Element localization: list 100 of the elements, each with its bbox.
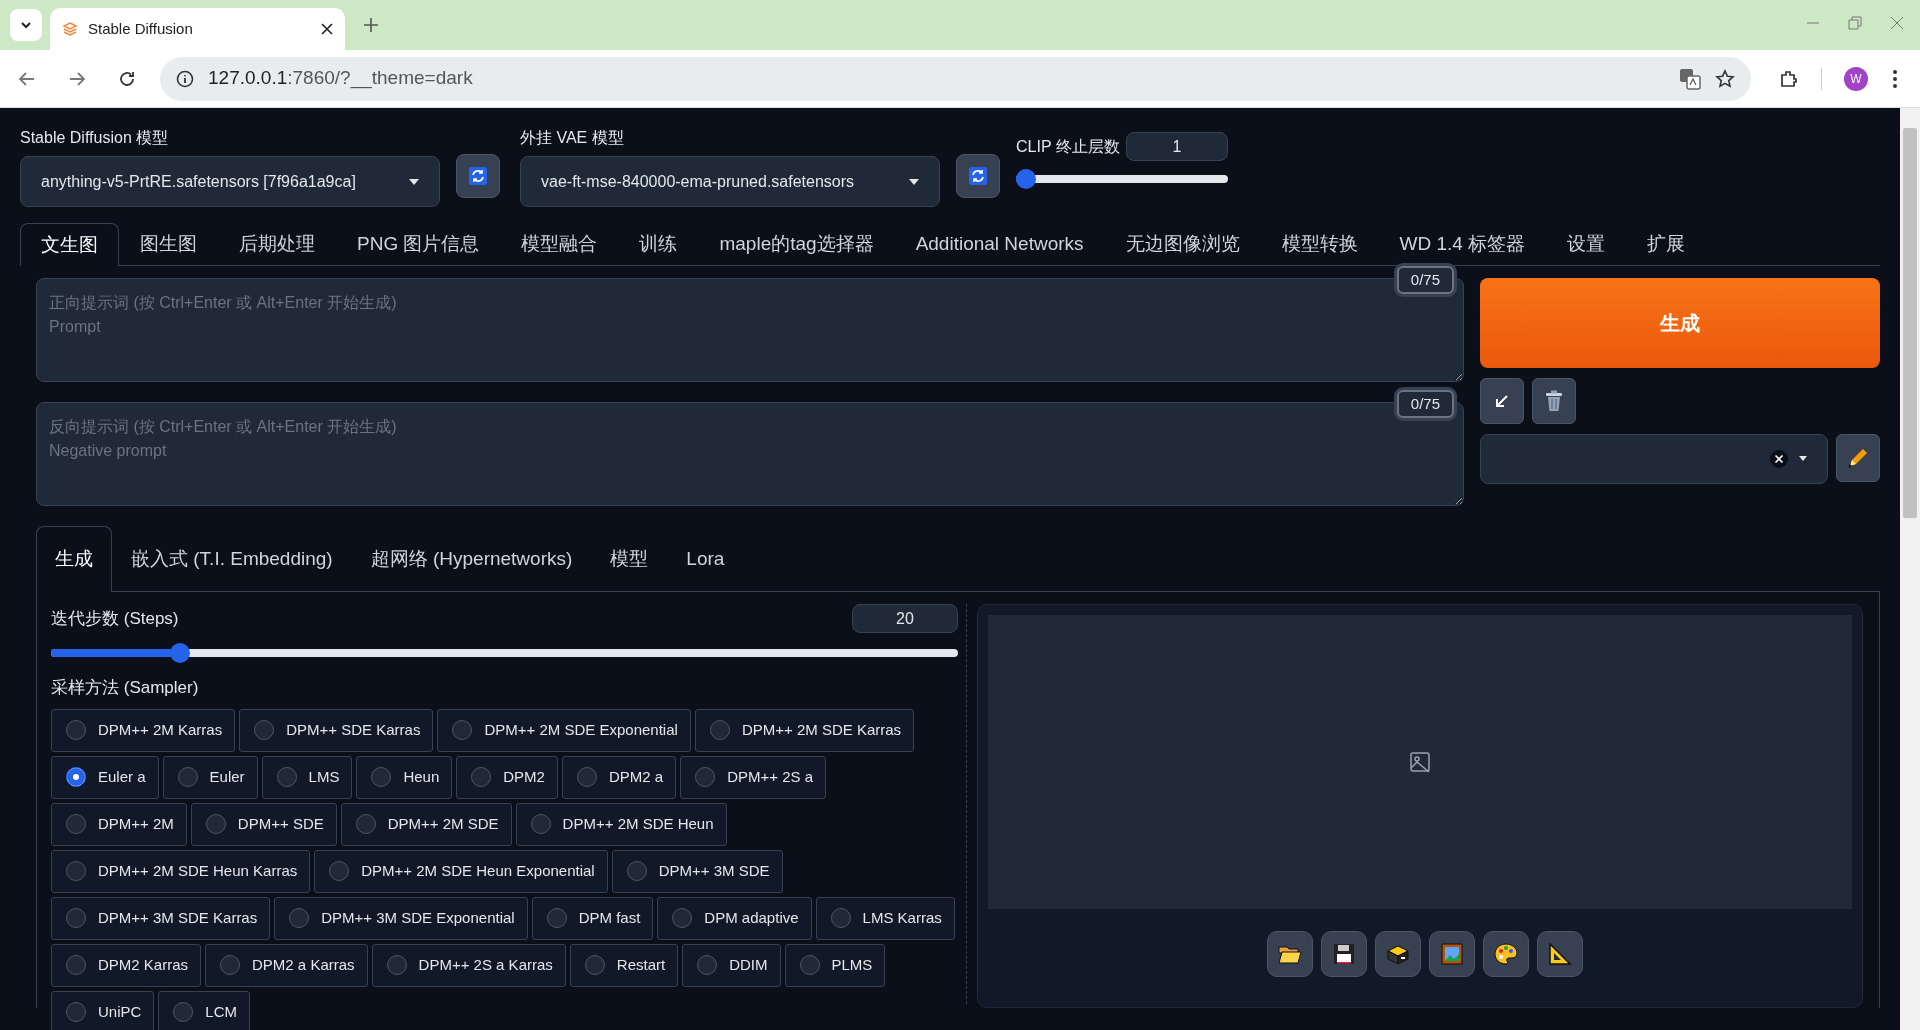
back-icon[interactable]: [18, 69, 36, 88]
sampler-option[interactable]: Heun: [356, 755, 453, 799]
slider-thumb[interactable]: [169, 643, 190, 663]
tab[interactable]: 后期处理: [218, 223, 336, 265]
tab[interactable]: 嵌入式 (T.I. Embedding): [112, 525, 352, 591]
tab[interactable]: maple的tag选择器: [698, 223, 895, 265]
model-dropdown[interactable]: anything-v5-PrtRE.safetensors [7f96a1a9ca]: [20, 156, 440, 207]
edit-button[interactable]: [1836, 433, 1880, 482]
sampler-option[interactable]: Euler: [162, 755, 258, 799]
sampler-option[interactable]: DPM++ 3M SDE Exponential: [274, 896, 528, 940]
browser-tab[interactable]: Stable Diffusion: [50, 8, 345, 50]
extensions-icon[interactable]: [1779, 68, 1799, 89]
sampler-option[interactable]: DPM2 Karras: [51, 943, 202, 987]
forward-icon[interactable]: [68, 69, 86, 88]
tab[interactable]: 设置: [1546, 223, 1627, 265]
clip-skip-input[interactable]: 1: [1126, 132, 1228, 161]
send-to-img2img-button[interactable]: [1429, 931, 1475, 977]
sampler-option[interactable]: DPM++ 2S a Karras: [371, 943, 566, 987]
sampler-option[interactable]: LMS: [261, 755, 353, 799]
sampler-option[interactable]: DPM++ 3M SDE Karras: [51, 896, 271, 940]
radio-button[interactable]: [709, 720, 730, 740]
tab[interactable]: 图生图: [119, 223, 218, 265]
radio-button[interactable]: [576, 767, 597, 787]
radio-button[interactable]: [471, 767, 492, 787]
tab[interactable]: 文生图: [20, 223, 119, 266]
radio-button[interactable]: [799, 955, 820, 975]
sampler-option[interactable]: LCM: [158, 990, 251, 1030]
tab[interactable]: 生成: [36, 525, 112, 592]
radio-button[interactable]: [205, 814, 226, 834]
radio-button[interactable]: [355, 814, 376, 834]
menu-icon[interactable]: [1892, 68, 1898, 89]
sampler-option[interactable]: DPM++ 2M SDE Exponential: [437, 708, 691, 752]
clip-skip-slider[interactable]: [1016, 169, 1228, 189]
tab[interactable]: Lora: [667, 525, 744, 591]
radio-button[interactable]: [329, 861, 350, 881]
radio-button[interactable]: [66, 720, 86, 740]
radio-button[interactable]: [66, 767, 86, 787]
archive-button[interactable]: [1375, 931, 1421, 977]
sampler-option[interactable]: DDIM: [682, 943, 781, 987]
tab[interactable]: 超网络 (Hypernetworks): [351, 525, 592, 591]
sampler-option[interactable]: DPM adaptive: [657, 896, 812, 940]
radio-button[interactable]: [220, 955, 241, 975]
sampler-option[interactable]: UniPC: [51, 990, 155, 1030]
steps-input[interactable]: 20: [852, 604, 958, 633]
trash-button[interactable]: [1532, 377, 1576, 424]
sampler-option[interactable]: DPM++ 2M Karras: [51, 708, 236, 752]
send-to-inpaint-button[interactable]: [1483, 931, 1529, 977]
sampler-option[interactable]: DPM++ 3M SDE: [611, 849, 783, 893]
close-icon[interactable]: [321, 23, 333, 35]
scrollbar[interactable]: [1900, 108, 1920, 1030]
radio-button[interactable]: [371, 767, 392, 787]
sampler-option[interactable]: Euler a: [51, 755, 159, 799]
restore-icon[interactable]: [1848, 16, 1862, 30]
radio-button[interactable]: [672, 908, 693, 928]
radio-button[interactable]: [276, 767, 297, 787]
radio-button[interactable]: [177, 767, 198, 787]
radio-button[interactable]: [452, 720, 473, 740]
sampler-option[interactable]: DPM2: [456, 755, 558, 799]
sampler-option[interactable]: DPM++ 2M: [51, 802, 187, 846]
address-bar[interactable]: 127.0.0.1:7860/?__theme=dark: [160, 56, 1751, 101]
radio-button[interactable]: [173, 1002, 194, 1022]
tab-list-icon[interactable]: [10, 9, 42, 41]
slider-thumb[interactable]: [1016, 169, 1036, 189]
new-tab-icon[interactable]: [363, 17, 379, 33]
sampler-option[interactable]: LMS Karras: [815, 896, 955, 940]
radio-button[interactable]: [530, 814, 551, 834]
sampler-option[interactable]: DPM fast: [531, 896, 654, 940]
tab[interactable]: Additional Networks: [894, 223, 1105, 265]
radio-button[interactable]: [626, 861, 647, 881]
sampler-option[interactable]: DPM++ 2S a: [680, 755, 827, 799]
tab[interactable]: 无边图像浏览: [1104, 223, 1261, 265]
open-folder-button[interactable]: [1267, 931, 1313, 977]
radio-button[interactable]: [830, 908, 851, 928]
tab[interactable]: WD 1.4 标签器: [1378, 223, 1547, 265]
paste-button[interactable]: [1480, 377, 1524, 424]
star-icon[interactable]: [1715, 68, 1735, 89]
refresh-button[interactable]: [956, 154, 1000, 198]
radio-button[interactable]: [66, 955, 86, 975]
sampler-option[interactable]: DPM++ 2M SDE: [340, 802, 512, 846]
radio-button[interactable]: [254, 720, 275, 740]
sampler-option[interactable]: DPM++ 2M SDE Heun Karras: [51, 849, 311, 893]
radio-button[interactable]: [66, 814, 86, 834]
send-to-extras-button[interactable]: [1537, 931, 1583, 977]
vae-dropdown[interactable]: vae-ft-mse-840000-ema-pruned.safetensors: [520, 156, 940, 207]
sampler-option[interactable]: DPM++ 2M SDE Heun: [515, 802, 727, 846]
refresh-button[interactable]: [456, 154, 500, 198]
reload-icon[interactable]: [118, 69, 136, 88]
tab[interactable]: 训练: [618, 223, 699, 265]
tab[interactable]: 模型转换: [1260, 223, 1379, 265]
sampler-option[interactable]: PLMS: [784, 943, 886, 987]
save-button[interactable]: [1321, 931, 1367, 977]
radio-button[interactable]: [584, 955, 605, 975]
radio-button[interactable]: [66, 861, 86, 881]
tab[interactable]: 模型: [591, 525, 668, 591]
sampler-option[interactable]: DPM2 a: [561, 755, 677, 799]
radio-button[interactable]: [546, 908, 567, 928]
steps-slider[interactable]: [51, 643, 958, 663]
radio-button[interactable]: [289, 908, 310, 928]
sampler-option[interactable]: DPM++ SDE Karras: [239, 708, 434, 752]
clear-icon[interactable]: [1769, 448, 1789, 469]
